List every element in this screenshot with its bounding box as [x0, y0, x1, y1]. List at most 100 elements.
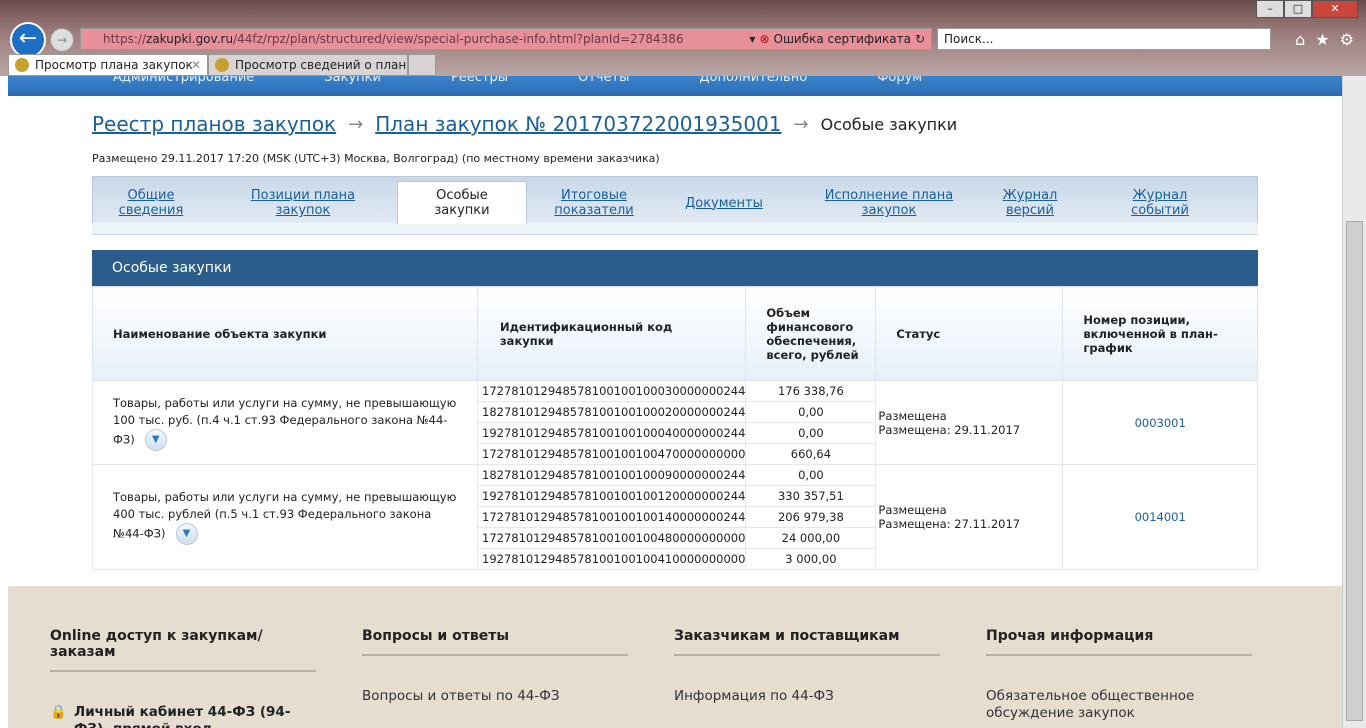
tab-page-7[interactable]: Журнал событий	[1110, 182, 1210, 224]
tab-label: Журнал	[1002, 188, 1058, 203]
status: Размещена Размещена: 29.11.2017	[875, 380, 1064, 465]
amount: 24 000,00	[745, 527, 877, 549]
footer-link[interactable]: Обязательное общественное обсуждение зак…	[986, 688, 1252, 722]
lock-icon: 🔒	[50, 704, 67, 720]
tab-label: Особые	[436, 188, 488, 203]
nav-item[interactable]: Закупки	[324, 76, 381, 84]
favorites-star-icon[interactable]: ★	[1315, 30, 1329, 49]
browser-tab-1[interactable]: Просмотр плана закупок ✕	[8, 54, 208, 76]
breadcrumb-current: Особые закупки	[820, 114, 958, 134]
arrow-right-icon: →	[793, 113, 809, 135]
browser-tab-2[interactable]: Просмотр сведений о плане-...	[208, 54, 408, 76]
chevron-down-icon: ▾	[749, 32, 756, 46]
footer-link[interactable]: Вопросы и ответы по 44-ФЗ	[362, 688, 628, 705]
status-text: Размещена	[878, 503, 947, 517]
tab-page-5[interactable]: Исполнение плана закупок	[809, 182, 969, 224]
breadcrumb-registry-link[interactable]: Реестр планов закупок	[92, 112, 336, 136]
tab-page-4[interactable]: Документы	[674, 182, 774, 224]
purchase-code: 182781012948578100100100090000000244	[476, 464, 747, 486]
purchase-code: 172781012948578100100100470000000000	[476, 443, 747, 465]
amount: 330 357,51	[745, 485, 877, 507]
nav-item[interactable]: Форум	[877, 76, 922, 84]
footer-heading: Online доступ к закупкам/заказам	[50, 628, 316, 672]
special-purchases-panel: Особые закупки Наименование объекта заку…	[92, 250, 1258, 570]
col-header-amount: Объем финансового обеспечения, всего, ру…	[745, 286, 877, 381]
maximize-button[interactable]: □	[1284, 0, 1312, 18]
tab-label: событий	[1131, 203, 1189, 218]
breadcrumb: Реестр планов закупок → План закупок № 2…	[92, 112, 957, 136]
special-purchases-table: Наименование объекта закупки Идентификац…	[92, 286, 1258, 570]
tab-label: Просмотр сведений о плане-...	[235, 58, 407, 72]
amount: 0,00	[745, 401, 877, 423]
tab-label: Итоговые	[561, 188, 627, 203]
purchase-name: Товары, работы или услуги на сумму, не п…	[92, 380, 478, 465]
tab-label: Журнал	[1132, 188, 1188, 203]
forward-button[interactable]: →	[50, 28, 74, 52]
top-nav: Администрирование Закупки Реестры Отчеты…	[8, 76, 1342, 96]
window-controls: – □ ✕	[1256, 0, 1358, 18]
close-window-button[interactable]: ✕	[1312, 0, 1358, 18]
footer-heading: Вопросы и ответы	[362, 628, 628, 656]
purchase-code: 172781012948578100100100480000000000	[476, 527, 747, 549]
purchase-code: 192781012948578100100100120000000244	[476, 485, 747, 507]
status-date: Размещена: 27.11.2017	[878, 517, 1021, 531]
status: Размещена Размещена: 27.11.2017	[875, 464, 1064, 570]
url-path: /44fz/rpz/plan/structured/view/special-p…	[233, 32, 684, 46]
refresh-icon[interactable]: ↻	[915, 32, 925, 46]
nav-item[interactable]: Администрирование	[113, 76, 254, 84]
arrow-right-icon: →	[348, 113, 364, 135]
nav-item[interactable]: Отчеты	[578, 76, 629, 84]
position-number-link[interactable]: 0014001	[1062, 464, 1258, 570]
nav-item[interactable]: Реестры	[451, 76, 508, 84]
tab-label: Документы	[685, 195, 763, 211]
tab-label: закупок	[275, 203, 331, 218]
tab-page-3[interactable]: Итоговые показатели	[534, 182, 654, 224]
status-date: Размещена: 29.11.2017	[878, 422, 1021, 437]
tab-label: закупки	[434, 203, 490, 218]
expand-chevron-icon[interactable]: ▼	[144, 428, 167, 451]
coat-of-arms-icon	[215, 58, 229, 72]
tab-page-6[interactable]: Журнал версий	[980, 182, 1080, 224]
purchase-name: Товары, работы или услуги на сумму, не п…	[92, 464, 478, 570]
position-number-link[interactable]: 0003001	[1062, 380, 1258, 465]
footer-link[interactable]: Информация по 44-ФЗ	[674, 688, 940, 705]
footer-heading: Заказчикам и поставщикам	[674, 628, 940, 656]
vertical-scrollbar[interactable]	[1342, 76, 1366, 728]
error-icon: ⊗	[759, 32, 770, 46]
footer-link[interactable]: 🔒 Личный кабинет 44-ФЗ (94-ФЗ), прямой вх…	[50, 704, 316, 728]
tab-label: показатели	[554, 203, 634, 218]
tab-label: Исполнение плана	[824, 188, 954, 203]
status-text: Размещена	[878, 408, 947, 423]
expand-chevron-icon[interactable]: ▼	[175, 523, 198, 545]
tab-label: версий	[1006, 203, 1054, 218]
coat-of-arms-icon	[15, 58, 29, 72]
home-icon[interactable]: ⌂	[1295, 30, 1305, 49]
cert-error[interactable]: ▾ ⊗ Ошибка сертификата ↻	[749, 32, 925, 46]
amount: 0,00	[745, 422, 877, 444]
settings-gear-icon[interactable]: ⚙	[1340, 30, 1354, 49]
col-header-code: Идентификационный код закупки	[476, 286, 747, 381]
nav-item[interactable]: Дополнительно	[699, 76, 807, 84]
back-button[interactable]: ←	[10, 22, 46, 58]
tab-label: Общие	[127, 188, 175, 203]
footer-heading: Прочая информация	[986, 628, 1252, 656]
tab-page-2[interactable]: Особые закупки	[397, 181, 527, 224]
panel-title: Особые закупки	[92, 250, 1258, 286]
purchase-code: 182781012948578100100100020000000244	[476, 401, 747, 423]
address-bar[interactable]: https://zakupki.gov.ru/44fz/rpz/plan/str…	[80, 28, 932, 50]
tab-page-0[interactable]: Общие сведения	[96, 182, 206, 224]
purchase-name-text: Товары, работы или услуги на сумму, не п…	[113, 490, 457, 541]
new-tab-button[interactable]	[408, 54, 436, 76]
tab-label: Позиции плана	[250, 188, 356, 203]
footer-link-label: Личный кабинет 44-ФЗ (94-ФЗ), прямой вхо…	[74, 704, 291, 728]
search-input[interactable]: Поиск...	[937, 28, 1271, 50]
col-header-name: Наименование объекта закупки	[92, 286, 478, 381]
purchase-code: 172781012948578100100100140000000244	[476, 506, 747, 528]
col-header-status: Статус	[875, 286, 1064, 381]
close-tab-icon[interactable]: ✕	[191, 58, 201, 72]
minimize-button[interactable]: –	[1256, 0, 1284, 18]
scrollbar-thumb[interactable]	[1346, 221, 1363, 721]
tab-label: закупок	[861, 203, 917, 218]
tab-page-1[interactable]: Позиции плана закупок	[228, 182, 378, 224]
breadcrumb-plan-link[interactable]: План закупок № 201703722001935001	[375, 112, 781, 136]
